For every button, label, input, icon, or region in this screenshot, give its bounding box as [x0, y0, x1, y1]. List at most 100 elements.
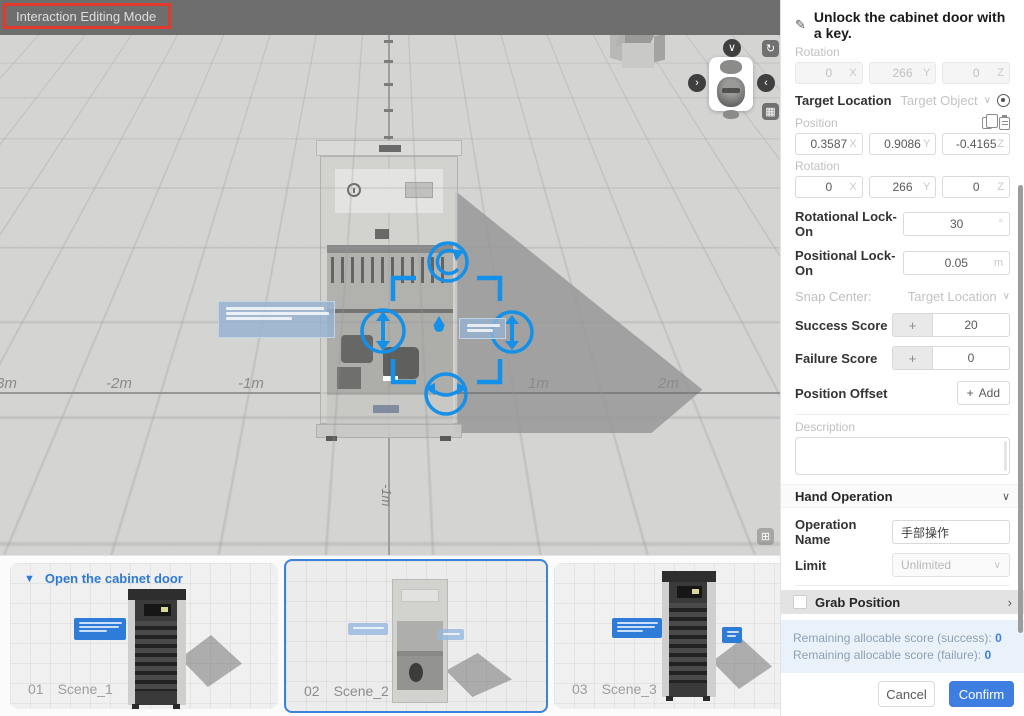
- limit-select[interactable]: Unlimited ∨: [892, 553, 1010, 577]
- success-score-row: Success Score + 20: [795, 313, 1010, 337]
- rotate-gizmo-top[interactable]: [429, 243, 467, 281]
- operation-name-row: Operation Name: [795, 517, 1010, 547]
- tooltip-text-line: [467, 324, 500, 327]
- mini-cabinet-screen: [677, 586, 702, 598]
- scene-label: 02 Scene_2: [304, 683, 389, 699]
- mini-cabinet-foot: [173, 704, 180, 709]
- reset-view-button[interactable]: ↻: [762, 40, 779, 57]
- textarea-scrollbar[interactable]: [1004, 441, 1007, 471]
- rotation-z-value: 0: [973, 66, 980, 80]
- rotation-z-field[interactable]: 0Z: [942, 62, 1010, 84]
- mini-cabinet-cap: [662, 571, 716, 582]
- success-score-field[interactable]: 20: [932, 313, 1010, 337]
- avatar-prev-thumb[interactable]: [720, 60, 742, 74]
- panel-toggle-button[interactable]: ⊞: [757, 528, 774, 545]
- hand-operation-title: Hand Operation: [795, 489, 893, 504]
- mini-annotation-tooltip: [612, 618, 662, 638]
- target-location-label: Target Location: [795, 93, 892, 108]
- plus-icon: +: [909, 318, 917, 333]
- confirm-button[interactable]: Confirm: [949, 681, 1014, 707]
- scene-label: 03 Scene_3: [572, 681, 657, 697]
- mini-cabinet-slats: [669, 603, 707, 683]
- rotation-y-value: 266: [892, 66, 912, 80]
- success-score-value: 20: [964, 318, 977, 332]
- rotate-gizmo-bottom[interactable]: [425, 374, 467, 414]
- panel-scrollbar[interactable]: [1018, 185, 1023, 633]
- scene-card-2[interactable]: 02 Scene_2: [284, 559, 548, 713]
- rotation-y-field[interactable]: 266Y: [869, 176, 937, 198]
- remaining-score-info: Remaining allocable score (success): 0 R…: [781, 620, 1024, 673]
- limit-row: Limit Unlimited ∨: [795, 553, 1010, 577]
- properties-panel: ✎ Unlock the cabinet door with a key. Ro…: [780, 0, 1024, 716]
- copy-icon[interactable]: [982, 117, 992, 129]
- failure-score-plus-button[interactable]: +: [892, 346, 932, 370]
- degree-suffix: °: [999, 218, 1003, 230]
- failure-score-value: 0: [968, 351, 975, 365]
- description-textarea[interactable]: [795, 437, 1010, 475]
- chevron-right-icon: ›: [1008, 595, 1012, 610]
- rotation-x-field[interactable]: 0X: [795, 176, 863, 198]
- scene-name: Scene_1: [58, 681, 113, 697]
- collapse-avatar-button[interactable]: ∨: [723, 39, 741, 57]
- tooltip-text-line: [617, 626, 655, 628]
- mini-cabinet-closed: [128, 589, 186, 705]
- snap-center-label: Snap Center:: [795, 289, 872, 304]
- position-x-field[interactable]: 0.3587X: [795, 133, 863, 155]
- meter-suffix: m: [994, 257, 1003, 269]
- snap-center-select[interactable]: Target Location: [908, 289, 997, 304]
- avatar-next-button[interactable]: ‹: [757, 74, 775, 92]
- cancel-button[interactable]: Cancel: [878, 681, 935, 707]
- operation-name-label: Operation Name: [795, 517, 892, 547]
- 3d-viewport[interactable]: 3m -2m -1m 1m 2m -1m: [0, 0, 780, 555]
- position-z-field[interactable]: -0.4165Z: [942, 133, 1010, 155]
- avatar-carousel[interactable]: [709, 57, 753, 111]
- mini-cabinet-foot: [132, 704, 139, 709]
- panel-bottom: Grab Position › Remaining allocable scor…: [781, 590, 1024, 716]
- failure-score-label: Failure Score: [795, 351, 877, 366]
- rotation-inputs: 0X 266Y 0Z: [795, 176, 1010, 198]
- position-y-field[interactable]: 0.9086Y: [869, 133, 937, 155]
- mini-cabinet-foot: [666, 696, 673, 701]
- mini-cabinet-slats: [135, 621, 177, 691]
- chevron-right-icon: ›: [695, 78, 699, 89]
- hand-operation-section-header[interactable]: Hand Operation ∨: [781, 484, 1024, 508]
- axis-x-suffix: X: [849, 138, 856, 150]
- operation-name-input[interactable]: [892, 520, 1010, 544]
- mini-cabinet-closed: [662, 571, 716, 697]
- scene-index: 01: [28, 681, 44, 697]
- avatar-next-thumb[interactable]: [723, 110, 739, 119]
- rotational-lock-field[interactable]: 30 °: [903, 212, 1010, 236]
- failure-score-field[interactable]: 0: [932, 346, 1010, 370]
- add-position-offset-button[interactable]: + Add: [957, 381, 1010, 405]
- scene-card-1[interactable]: ▼ Open the cabinet door 01: [10, 563, 278, 709]
- tooltip-text-line: [353, 627, 384, 629]
- divider: [795, 414, 1010, 415]
- grab-position-checkbox[interactable]: [793, 595, 807, 609]
- move-gizmo-left[interactable]: [362, 310, 404, 352]
- tooltip-text-line: [226, 312, 329, 315]
- description-label: Description: [795, 420, 1010, 434]
- avatar-selected[interactable]: [717, 77, 745, 107]
- grid-view-button[interactable]: ▦: [762, 103, 779, 120]
- tooltip-text-line: [443, 633, 460, 635]
- interaction-dropdown[interactable]: ▼ Open the cabinet door: [24, 571, 183, 586]
- avatar-prev-button[interactable]: ›: [688, 74, 706, 92]
- remaining-success-line: Remaining allocable score (success): 0: [793, 631, 1012, 645]
- locate-icon[interactable]: [997, 94, 1010, 107]
- rotation-x-field[interactable]: 0X: [795, 62, 863, 84]
- axis-z-suffix: Z: [997, 138, 1004, 150]
- interaction-name: Unlock the cabinet door with a key.: [814, 9, 1012, 41]
- success-score-plus-button[interactable]: +: [892, 313, 932, 337]
- rotation-disabled-label: Rotation: [795, 45, 1010, 59]
- panel-toggle-icon: ⊞: [761, 530, 770, 543]
- mini-annotation-tooltip: [74, 618, 126, 640]
- rotation-y-field[interactable]: 266Y: [869, 62, 937, 84]
- paste-icon[interactable]: [999, 117, 1010, 130]
- positional-lock-field[interactable]: 0.05 m: [903, 251, 1010, 275]
- target-object-select[interactable]: Target Object: [900, 93, 977, 108]
- grab-position-section[interactable]: Grab Position ›: [781, 590, 1024, 614]
- remaining-success-value: 0: [995, 631, 1002, 645]
- edit-icon[interactable]: ✎: [795, 17, 806, 33]
- rotation-z-field[interactable]: 0Z: [942, 176, 1010, 198]
- mini-annotation-tooltip: [438, 629, 464, 640]
